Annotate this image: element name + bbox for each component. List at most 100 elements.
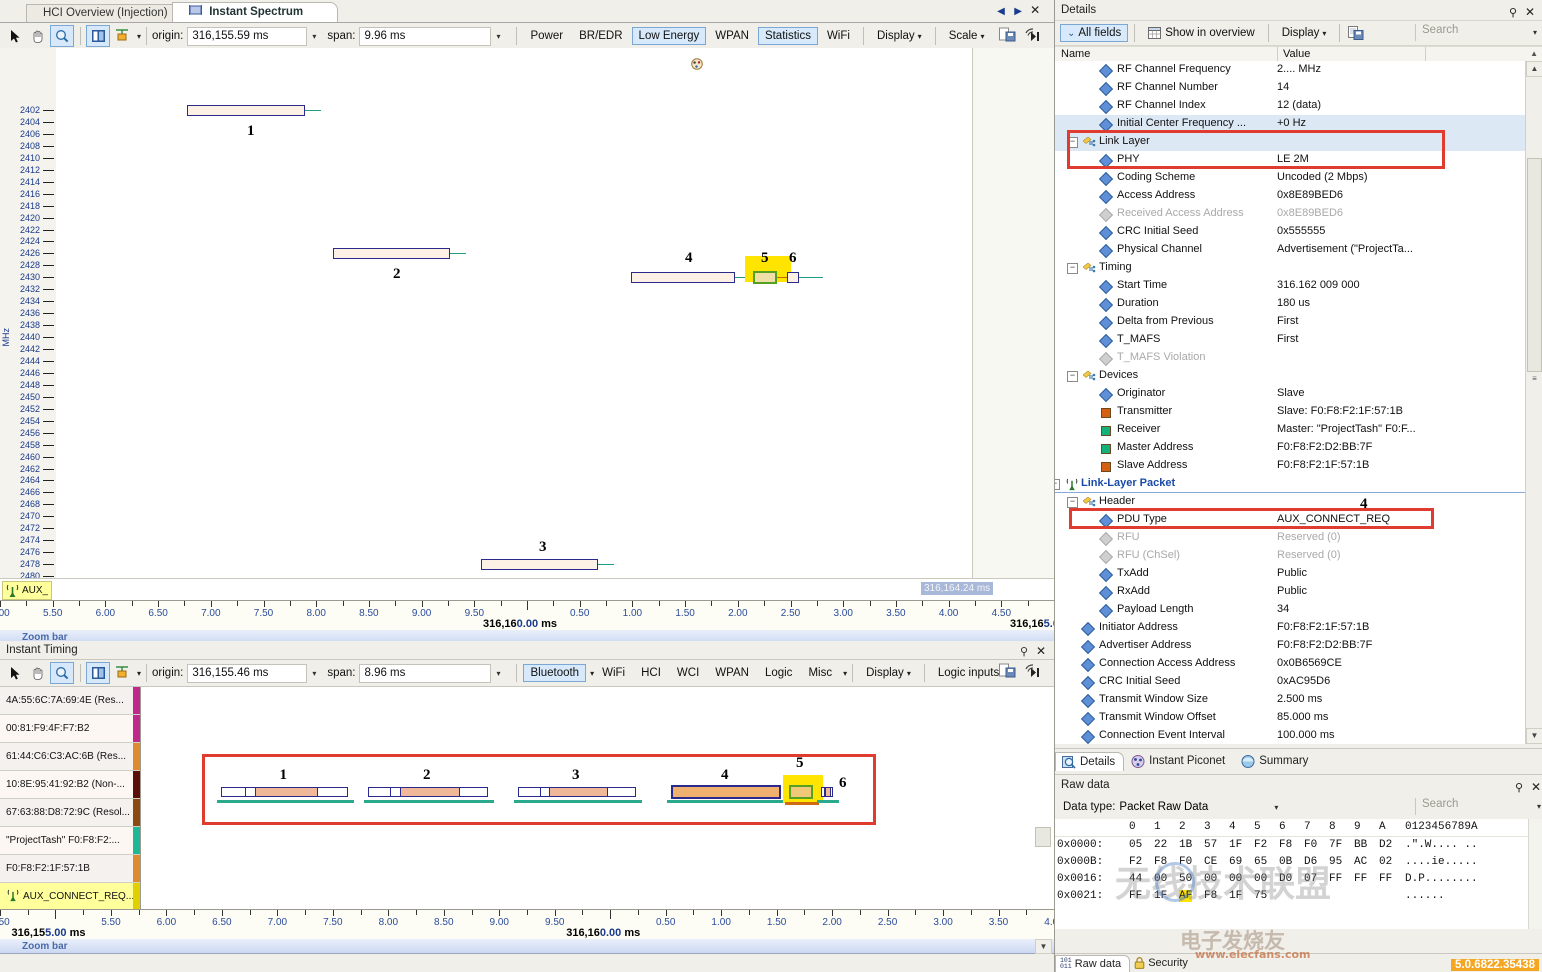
status-tab-security[interactable]: Security: [1130, 955, 1196, 971]
bottom-tab-summary[interactable]: Summary: [1234, 751, 1317, 771]
hex-byte[interactable]: D2: [1379, 839, 1392, 851]
list-item[interactable]: 67:63:88:D8:72:9C (Resol...: [0, 799, 140, 827]
span-value[interactable]: 8.96 ms: [359, 663, 492, 683]
all-fields-button[interactable]: ⌄ All fields: [1060, 24, 1129, 42]
live-scroll-icon[interactable]: [1024, 27, 1042, 46]
scroll-up-arrow[interactable]: ▲: [1526, 61, 1542, 77]
show-in-overview-button[interactable]: Show in overview: [1141, 24, 1261, 42]
timing-packet[interactable]: [671, 785, 781, 799]
hex-byte[interactable]: FF: [1329, 873, 1342, 885]
misc-dropdown-caret[interactable]: ▾: [843, 669, 847, 678]
filter-wpan-button[interactable]: WPAN: [708, 27, 756, 45]
spectrum-packet[interactable]: [333, 248, 450, 260]
spectrum-plot-area[interactable]: 1 2 3 4 5 6: [56, 48, 1054, 593]
scroll-thumb[interactable]: [1527, 158, 1542, 372]
hex-byte[interactable]: F8: [1204, 890, 1217, 902]
pointer-icon[interactable]: [4, 663, 26, 683]
selected-packet[interactable]: [753, 271, 777, 285]
hex-byte[interactable]: F0: [1304, 839, 1317, 851]
spectrum-chart[interactable]: MHz 2402 2404 2406 2408 2410 2412 2414 2416 2418…: [0, 48, 1054, 593]
scale-menu-button[interactable]: Scale ▾: [942, 27, 992, 45]
spectrum-packet[interactable]: [187, 105, 305, 116]
hex-byte[interactable]: F0: [1179, 856, 1192, 868]
scroll-up-button[interactable]: ▲: [1530, 49, 1538, 58]
hex-byte[interactable]: 22: [1154, 839, 1167, 851]
hex-byte[interactable]: 00: [1229, 873, 1242, 885]
hex-byte[interactable]: D6: [1304, 856, 1317, 868]
origin-value[interactable]: 316,155.46 ms: [187, 663, 308, 683]
save-snapshot-icon[interactable]: [999, 27, 1016, 46]
hex-byte[interactable]: AC: [1354, 856, 1367, 868]
tree-row[interactable]: Initiator Address F0:F8:F2:1F:57:1B: [1055, 619, 1525, 637]
chevron-down-icon[interactable]: ▾: [307, 32, 321, 41]
save-snapshot-icon[interactable]: [999, 663, 1016, 682]
tree-row[interactable]: Transmit Window Offset 85.000 ms: [1055, 709, 1525, 727]
instant-timing-body[interactable]: 4A:55:6C:7A:69:4E (Res... 00:81:F9:4F:F7:…: [0, 687, 1054, 909]
tree-row[interactable]: Duration 180 us: [1055, 295, 1525, 313]
hex-byte[interactable]: 69: [1229, 856, 1242, 868]
scroll-down-button[interactable]: ▼: [1035, 939, 1052, 954]
hex-byte[interactable]: F8: [1279, 839, 1292, 851]
pointer-icon[interactable]: [4, 26, 26, 46]
tree-row[interactable]: CRC Initial Seed 0xAC95D6: [1055, 673, 1525, 691]
tree-row[interactable]: Start Time 316.162 009 000: [1055, 277, 1525, 295]
tree-row[interactable]: Delta from Previous First: [1055, 313, 1525, 331]
timing-packet[interactable]: [518, 787, 636, 797]
hex-byte[interactable]: 05: [1129, 839, 1142, 851]
filter-wpan-button[interactable]: WPAN: [708, 664, 756, 682]
tree-row[interactable]: Connection Access Address 0x0B6569CE: [1055, 655, 1525, 673]
tree-row[interactable]: Coding Scheme Uncoded (2 Mbps): [1055, 169, 1525, 187]
filter-bluetooth-button[interactable]: Bluetooth: [523, 664, 587, 682]
timing-zoom-bar[interactable]: Zoom bar: [0, 939, 1054, 954]
chevron-down-icon[interactable]: ▾: [1269, 803, 1283, 812]
tree-row[interactable]: Originator Slave: [1055, 385, 1525, 403]
zoom-magnifier-icon[interactable]: [50, 662, 74, 684]
span-value[interactable]: 9.96 ms: [359, 26, 492, 46]
chevron-down-icon[interactable]: ▾: [307, 669, 321, 678]
live-scroll-icon[interactable]: [1024, 663, 1042, 682]
details-search-placeholder[interactable]: Search: [1422, 24, 1458, 36]
tab-next-button[interactable]: ▶: [1011, 5, 1025, 19]
hex-byte[interactable]: 1F: [1229, 839, 1242, 851]
hex-byte[interactable]: 00: [1204, 873, 1217, 885]
tree-row[interactable]: RFU (ChSel) Reserved (0): [1055, 547, 1525, 565]
tree-row[interactable]: − Link-Layer Packet: [1055, 475, 1525, 493]
tree-row[interactable]: T_MAFS Violation: [1055, 349, 1525, 367]
display-menu-button[interactable]: Display ▾: [859, 664, 918, 682]
origin-value[interactable]: 316,155.59 ms: [187, 26, 308, 46]
expander-toggle[interactable]: −: [1055, 479, 1060, 490]
tree-row[interactable]: CRC Initial Seed 0x555555: [1055, 223, 1525, 241]
pan-hand-icon[interactable]: [27, 663, 49, 683]
spectrum-packet[interactable]: [787, 272, 799, 284]
tree-row[interactable]: TxAdd Public: [1055, 565, 1525, 583]
hex-byte[interactable]: 00: [1254, 873, 1267, 885]
tree-row[interactable]: Payload Length 34: [1055, 601, 1525, 619]
hex-byte[interactable]: 44: [1129, 873, 1142, 885]
hex-row[interactable]: 0x0016: 44 00 50 00 00 00 D0 07 FF FF FF D.P........: [1055, 871, 1542, 888]
timing-packet[interactable]: [368, 787, 488, 797]
filter-wci-button[interactable]: WCI: [670, 664, 706, 682]
hex-byte[interactable]: F8: [1154, 856, 1167, 868]
details-tree[interactable]: 4 RF Channel Frequency 2.... MHz RF Channe…: [1055, 61, 1525, 744]
tree-row[interactable]: RF Channel Index 12 (data): [1055, 97, 1525, 115]
hex-byte[interactable]: FF: [1379, 873, 1392, 885]
filter-low-energy-button[interactable]: Low Energy: [631, 27, 707, 45]
tree-row[interactable]: Advertiser Address F0:F8:F2:D2:BB:7F: [1055, 637, 1525, 655]
selected-packet[interactable]: [789, 785, 813, 799]
tree-row[interactable]: − Devices: [1055, 367, 1525, 385]
close-icon[interactable]: ✕: [1036, 642, 1046, 660]
filter-hci-button[interactable]: HCI: [634, 664, 668, 682]
span-combo[interactable]: 8.96 ms ▾: [359, 663, 512, 683]
timing-packet[interactable]: [821, 787, 833, 797]
spectrum-packet[interactable]: [481, 559, 598, 571]
expander-toggle[interactable]: −: [1067, 263, 1078, 274]
hex-byte[interactable]: BB: [1354, 839, 1367, 851]
list-item[interactable]: 61:44:C6:C3:AC:6B (Res...: [0, 743, 140, 771]
tree-row[interactable]: T_MAFS First: [1055, 331, 1525, 349]
tree-row[interactable]: RF Channel Number 14: [1055, 79, 1525, 97]
tab-close-button[interactable]: ✕: [1028, 4, 1042, 18]
origin-combo[interactable]: 316,155.59 ms ▾: [187, 26, 328, 46]
hex-byte[interactable]: CE: [1204, 856, 1217, 868]
pin-icon[interactable]: ⚲: [1020, 643, 1028, 661]
tree-row[interactable]: Physical Channel Advertisement ("ProjectT…: [1055, 241, 1525, 259]
